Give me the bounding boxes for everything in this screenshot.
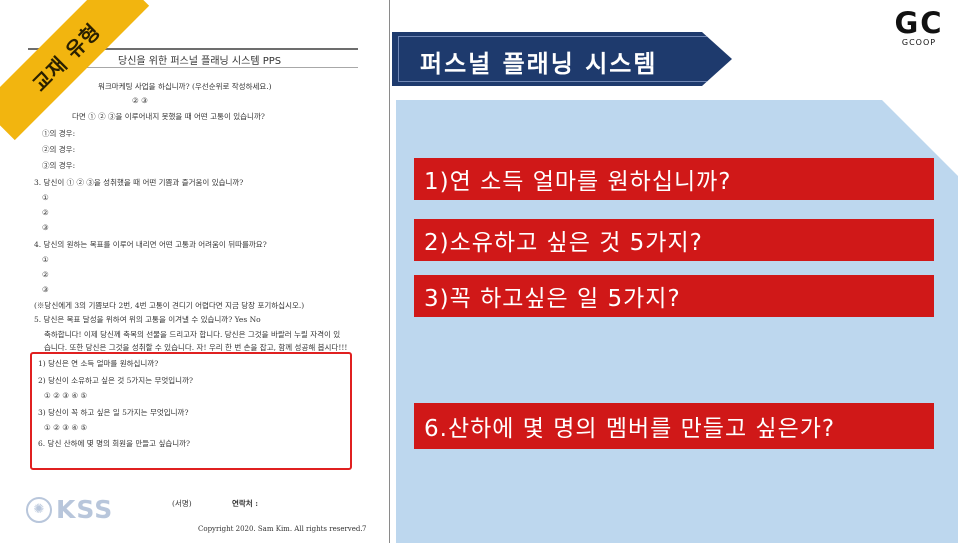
box-line: 2) 당신이 소유하고 싶은 것 5가지는 무엇입니까?: [38, 376, 193, 385]
gc-logo-letters: GC: [894, 6, 944, 40]
kss-logo-text: KSS: [56, 495, 114, 524]
workbook-line: 축하합니다! 이제 당신께 축복의 선물을 드리고자 합니다. 당신은 그것을 …: [44, 330, 341, 339]
workbook-line: ①의 경우:: [42, 129, 76, 138]
sticker-label: 교재 유형: [27, 18, 105, 96]
box-line: 3) 당신이 꼭 하고 싶은 일 5가지는 무엇입니까?: [38, 408, 189, 417]
copyright-text: Copyright 2020. Sam Kim. All rights rese…: [198, 525, 363, 533]
gcoop-logo: GC GCOOP: [884, 8, 954, 47]
workbook-line: 다면 ① ② ③을 이루어내지 못했을 때 어떤 고통이 있습니까?: [72, 112, 265, 121]
workbook-page: 당신을 위한 퍼스널 플래닝 시스템 PPS 워크마케팅 사업을 하십니까? (…: [0, 0, 390, 543]
workbook-line: 워크마케팅 사업을 하십니까? (우선순위로 작성하세요.): [98, 82, 272, 91]
signature-label: (서명): [172, 499, 192, 508]
workbook-line: ①: [42, 255, 49, 264]
question-bucket-list: 3)꼭 하고싶은 일 5가지?: [414, 275, 934, 317]
workbook-title: 당신을 위한 퍼스널 플래닝 시스템 PPS: [118, 56, 282, 67]
box-line: 1) 당신은 연 소득 얼마를 원하십니까?: [38, 359, 159, 368]
kss-logo: ✺ KSS: [26, 495, 113, 524]
workbook-line: ② ③: [132, 96, 148, 105]
box-line: ① ② ③ ④ ⑤: [44, 391, 88, 400]
page-number: 7: [362, 525, 367, 533]
workbook-line: 4. 당신의 원하는 목표를 이루어 내리면 어떤 고통과 어려움이 뒤따를까요…: [34, 240, 267, 249]
workbook-line: ②의 경우:: [42, 145, 76, 154]
workbook-line: ③: [42, 285, 49, 294]
workbook-line: ③의 경우:: [42, 161, 76, 170]
workbook-line: 3. 당신이 ① ② ③을 성취했을 때 어떤 기쁨과 즐거움이 있습니까?: [34, 178, 244, 187]
workbook-line: ①: [42, 193, 49, 202]
heading-banner: 퍼스널 플래닝 시스템: [392, 32, 732, 86]
workbook-line: ③: [42, 223, 49, 232]
question-possessions: 2)소유하고 싶은 것 5가지?: [414, 219, 934, 261]
question-income: 1)연 소득 얼마를 원하십니까?: [414, 158, 934, 200]
workbook-line: ②: [42, 208, 49, 217]
box-line: 6. 당신 산하에 몇 명의 회원을 만들고 싶습니까?: [38, 439, 191, 448]
workbook-line: (※당신에게 3의 기쁨보다 2번, 4번 고통이 견디기 어렵다면 지금 당장…: [34, 301, 305, 310]
workbook-line: 5. 당신은 목표 달성을 위하여 위의 고통을 이겨낼 수 있습니까? Yes…: [34, 315, 261, 324]
workbook-line: ②: [42, 270, 49, 279]
question-downline-members: 6.산하에 몇 명의 멤버를 만들고 싶은가?: [414, 403, 934, 449]
slide-heading: 퍼스널 플래닝 시스템: [420, 50, 658, 78]
globe-icon: ✺: [26, 496, 52, 523]
box-line: ① ② ③ ④ ⑤: [44, 423, 88, 432]
contact-label: 연락처 :: [232, 499, 259, 508]
